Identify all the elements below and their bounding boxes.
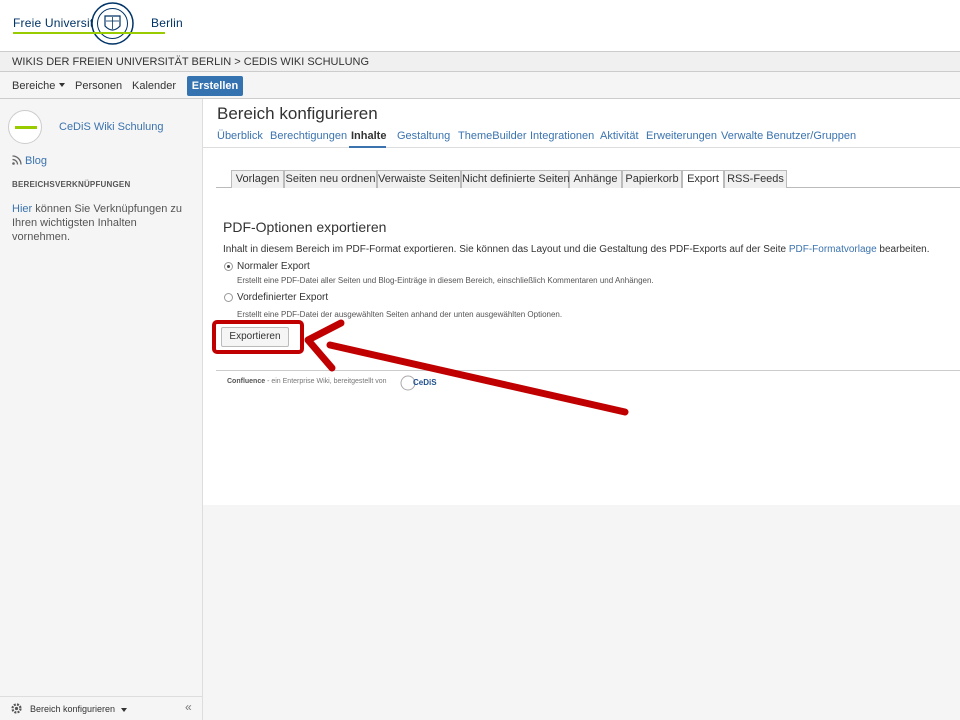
tab-trash[interactable]: Papierkorb [622,170,682,188]
tab-orphaned-pages[interactable]: Verwaiste Seiten [377,170,461,188]
tab-permissions[interactable]: Berechtigungen [270,130,347,142]
tab-rss-feeds[interactable]: RSS-Feeds [724,170,787,188]
collapse-sidebar-icon[interactable]: « [185,700,192,714]
footer-divider [216,370,960,371]
pdf-options-title: PDF-Optionen exportieren [223,219,387,235]
main-background-lower [203,505,960,720]
pdf-desc-prefix: Inhalt in diesem Bereich im PDF-Format e… [223,244,789,255]
export-button[interactable]: Exportieren [221,327,289,347]
tab-themebuilder[interactable]: ThemeBuilder [458,130,526,142]
tab-look-and-feel[interactable]: Gestaltung [397,130,450,142]
shortcuts-here-link[interactable]: Hier [12,203,32,215]
tab-extensions[interactable]: Erweiterungen [646,130,717,142]
sidebar-item-blog[interactable]: Blog [12,155,47,167]
nav-people[interactable]: Personen [75,80,122,92]
logo-text-right: Berlin [151,16,183,30]
footer-text: - ein Enterprise Wiki, bereitgestellt vo… [265,378,387,385]
active-tab-indicator [349,146,386,148]
tab-templates[interactable]: Vorlagen [231,170,284,188]
chevron-down-icon [59,83,66,87]
university-seal-icon [91,2,134,45]
university-header: Freie Universität Berlin [0,0,960,52]
normal-export-description: Erstellt eine PDF-Datei aller Seiten und… [237,276,654,285]
normal-export-label[interactable]: Normaler Export [237,261,310,272]
space-logo-bar [15,126,37,129]
rss-icon [12,155,22,165]
nav-calendar[interactable]: Kalender [132,80,176,92]
custom-export-label[interactable]: Vordefinierter Export [237,292,328,303]
shortcuts-text: können Sie Verknüpfungen zu Ihren wichti… [12,203,183,243]
custom-export-radio[interactable] [224,293,233,302]
nav-spaces-menu[interactable]: Bereiche [12,80,66,92]
shortcuts-description: Hier können Sie Verknüpfungen zu Ihren w… [12,202,197,244]
normal-export-radio[interactable] [224,262,233,271]
tab-activity[interactable]: Aktivität [600,130,639,142]
custom-export-description: Erstellt eine PDF-Datei der ausgewählten… [237,310,563,319]
tab-overview[interactable]: Überblick [217,130,263,142]
tab-attachments[interactable]: Anhänge [569,170,622,188]
create-button[interactable]: Erstellen [187,76,243,96]
wiki-breadcrumb-bar: WIKIS DER FREIEN UNIVERSITÄT BERLIN > CE… [0,52,960,72]
pdf-stylesheet-link[interactable]: PDF-Formatvorlage [789,244,877,255]
tab-undefined-pages[interactable]: Nicht definierte Seiten [461,170,570,188]
pdf-desc-suffix: bearbeiten. [876,244,930,255]
pdf-description: Inhalt in diesem Bereich im PDF-Format e… [223,244,929,255]
cedis-logo[interactable]: CeDiS [399,375,437,391]
gear-icon[interactable] [10,702,23,715]
tab-integrations[interactable]: Integrationen [530,130,594,142]
configure-space-button[interactable]: Bereich konfigurieren [30,704,115,714]
confluence-nav-bar: Bereiche Personen Kalender [0,72,960,99]
sidebar: CeDiS Wiki Schulung Blog BEREICHSVERKNÜP… [0,99,203,720]
cedis-logo-text: CeDiS [413,378,437,387]
confluence-brand[interactable]: Confluence [227,378,265,385]
sidebar-footer: Bereich konfigurieren « [0,696,203,720]
page-title: Bereich konfigurieren [217,104,378,123]
sidebar-blog-label: Blog [25,155,48,167]
shortcuts-heading: BEREICHSVERKNÜPFUNGEN [12,180,131,189]
space-logo[interactable] [8,110,42,144]
tab-content[interactable]: Inhalte [351,130,386,142]
chevron-down-icon[interactable] [121,708,127,712]
breadcrumb[interactable]: WIKIS DER FREIEN UNIVERSITÄT BERLIN > CE… [12,56,369,68]
space-name-link[interactable]: CeDiS Wiki Schulung [59,121,164,133]
tab-reorder-pages[interactable]: Seiten neu ordnen [284,170,377,188]
brand-underline [13,32,165,34]
tab-export[interactable]: Export [682,170,724,188]
nav-spaces-label: Bereiche [12,80,56,92]
tab-manage-users-groups[interactable]: Verwalte Benutzer/Gruppen [721,130,856,142]
confluence-footer: Confluence - ein Enterprise Wiki, bereit… [227,378,387,385]
